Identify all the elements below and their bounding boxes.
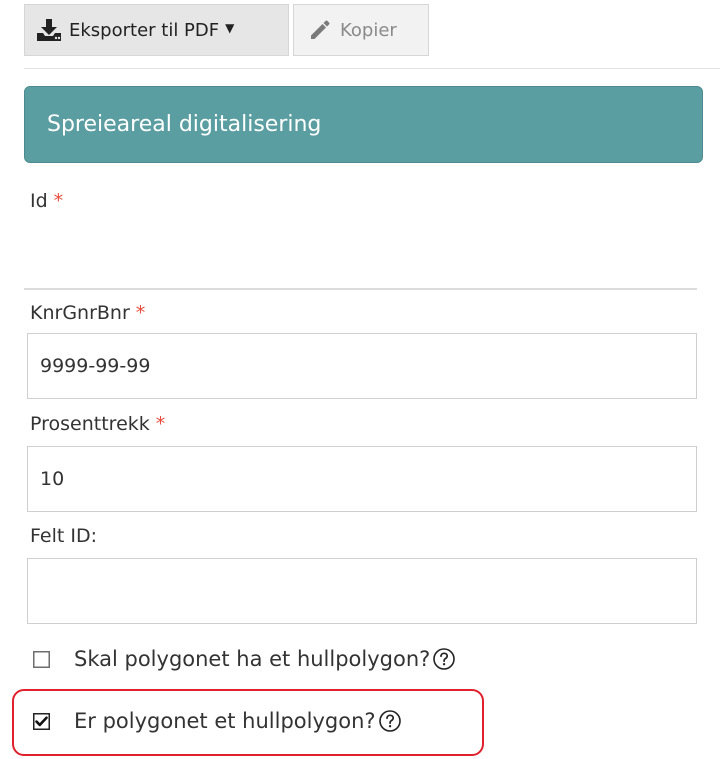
checkbox-label: Skal polygonet ha et hullpolygon? xyxy=(74,647,431,671)
felt-id-label: Felt ID: xyxy=(30,525,97,547)
knrgnrbnr-label: KnrGnrBnr * xyxy=(30,302,146,324)
export-pdf-label: Eksporter til PDF xyxy=(69,19,220,41)
panel-title: Spreieareal digitalisering xyxy=(47,112,322,137)
panel-header: Spreieareal digitalisering xyxy=(24,86,703,163)
copy-button[interactable]: Kopier xyxy=(293,4,429,56)
copy-label: Kopier xyxy=(340,19,397,41)
highlight-box xyxy=(12,689,484,756)
felt-id-input[interactable] xyxy=(27,558,697,624)
export-pdf-button[interactable]: Eksporter til PDF ▼ xyxy=(24,4,289,56)
caret-down-icon: ▼ xyxy=(225,21,235,35)
required-mark: * xyxy=(53,190,64,212)
knrgnrbnr-input[interactable]: 9999-99-99 xyxy=(27,333,697,399)
pencil-icon xyxy=(311,20,330,39)
section-divider xyxy=(24,288,697,290)
checkbox-row-skal-hullpolygon: Skal polygonet ha et hullpolygon? xyxy=(33,647,456,671)
id-label: Id * xyxy=(30,190,64,212)
help-icon[interactable] xyxy=(432,647,456,671)
knrgnrbnr-value: 9999-99-99 xyxy=(40,355,151,377)
required-mark: * xyxy=(155,413,166,435)
checkbox-unchecked[interactable] xyxy=(33,650,50,668)
prosenttrekk-value: 10 xyxy=(40,468,65,490)
prosenttrekk-input[interactable]: 10 xyxy=(27,446,697,512)
required-mark: * xyxy=(135,302,146,324)
toolbar: Eksporter til PDF ▼ Kopier xyxy=(24,4,429,56)
toolbar-divider xyxy=(24,68,720,69)
download-icon xyxy=(37,19,61,41)
prosenttrekk-label: Prosenttrekk * xyxy=(30,413,166,435)
